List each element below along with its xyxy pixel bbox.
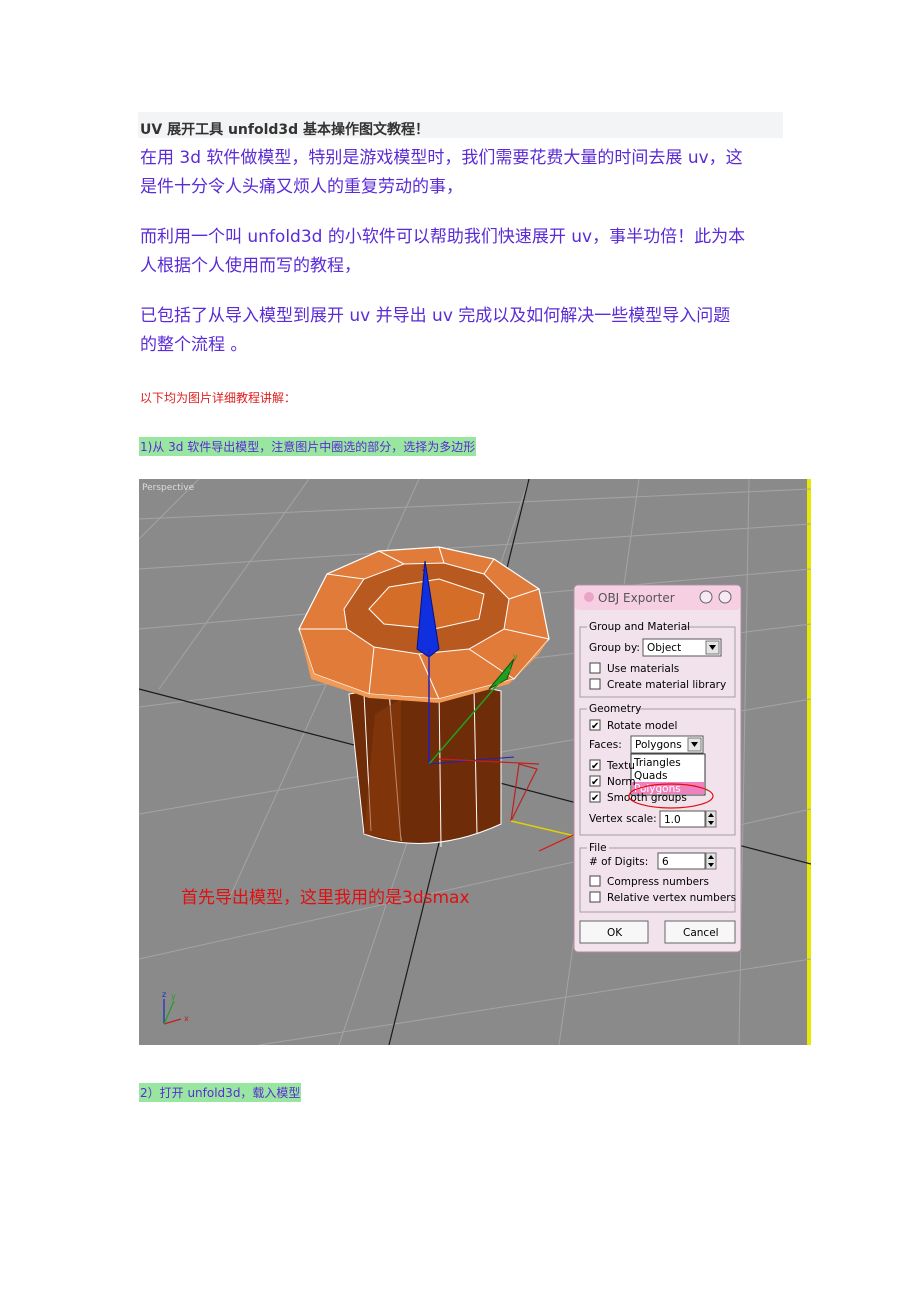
gizmo-z-label: z xyxy=(422,564,426,573)
use-materials-label: Use materials xyxy=(607,663,679,675)
paragraph-line: 是件十分令人头痛又烦人的重复劳动的事， xyxy=(140,177,463,197)
page-title: UV 展开工具 unfold3d 基本操作图文教程！ xyxy=(140,122,430,138)
group-by-value: Object xyxy=(647,642,681,654)
tripod-x-label: x xyxy=(184,1014,189,1023)
intro-note: 以下均为图片详细教程讲解： xyxy=(140,391,297,405)
annotation-text: 首先导出模型，这里我用的是3dsmax xyxy=(181,888,470,908)
paragraph-line: 而利用一个叫 unfold3d 的小软件可以帮助我们快速展开 uv，事半功倍！此… xyxy=(140,227,746,247)
faces-value: Polygons xyxy=(635,739,682,751)
file-legend: File xyxy=(589,842,607,854)
rotate-model-label: Rotate model xyxy=(607,720,677,732)
step-2-heading: 2）打开 unfold3d，载入模型 xyxy=(139,1083,302,1102)
exporter-icon xyxy=(584,592,594,602)
check-icon: ✔ xyxy=(591,721,599,732)
paragraph-1: 在用 3d 软件做模型，特别是游戏模型时，我们需要花费大量的时间去展 uv，这 … xyxy=(140,144,785,202)
texture-label: Textu xyxy=(606,760,635,772)
minimize-button[interactable] xyxy=(699,590,713,604)
gizmo-y-label: y xyxy=(513,652,518,661)
group-by-label: Group by: xyxy=(589,642,640,654)
group-material-legend: Group and Material xyxy=(589,621,690,633)
vertex-scale-value: 1.0 xyxy=(664,814,681,826)
normals-label: Norm xyxy=(607,776,636,788)
close-button[interactable] xyxy=(718,590,732,604)
digits-label: # of Digits: xyxy=(589,856,648,868)
check-icon: ✔ xyxy=(591,777,599,788)
dialog-title: OBJ Exporter xyxy=(598,591,675,605)
vertex-scale-label: Vertex scale: xyxy=(589,813,657,825)
create-library-checkbox[interactable] xyxy=(589,678,601,690)
paragraph-line: 人根据个人使用而写的教程， xyxy=(140,256,361,276)
paragraph-2: 而利用一个叫 unfold3d 的小软件可以帮助我们快速展开 uv，事半功倍！此… xyxy=(140,223,785,281)
compress-label: Compress numbers xyxy=(607,876,709,888)
compress-checkbox[interactable] xyxy=(589,875,601,887)
relative-checkbox[interactable] xyxy=(589,891,601,903)
use-materials-checkbox[interactable] xyxy=(589,662,601,674)
digits-value: 6 xyxy=(662,856,669,868)
create-library-label: Create material library xyxy=(607,679,726,691)
relative-label: Relative vertex numbers xyxy=(607,892,736,904)
tripod-z-label: z xyxy=(162,990,166,999)
obj-exporter-dialog: OBJ Exporter Group and Material Group by… xyxy=(573,584,742,953)
paragraph-line: 已包括了从导入模型到展开 uv 并导出 uv 完成以及如何解决一些模型导入问题 xyxy=(140,306,731,326)
step-1-heading: 1)从 3d 软件导出模型，注意图片中圈选的部分，选择为多边形 xyxy=(139,437,477,456)
option-triangles[interactable]: Triangles xyxy=(633,757,681,769)
paragraph-3: 已包括了从导入模型到展开 uv 并导出 uv 完成以及如何解决一些模型导入问题 … xyxy=(140,302,785,360)
viewport-label: Perspective xyxy=(142,483,195,493)
cancel-label: Cancel xyxy=(683,927,719,939)
faces-label: Faces: xyxy=(589,739,622,751)
option-quads[interactable]: Quads xyxy=(634,770,668,782)
geometry-legend: Geometry xyxy=(589,703,641,715)
paragraph-line: 的整个流程 。 xyxy=(140,335,248,355)
paragraph-line: 在用 3d 软件做模型，特别是游戏模型时，我们需要花费大量的时间去展 uv，这 xyxy=(140,148,743,168)
smooth-groups-label: Smooth groups xyxy=(607,792,687,804)
ok-label: OK xyxy=(607,927,623,939)
tripod-y-label: y xyxy=(171,992,176,1001)
check-icon: ✔ xyxy=(591,793,599,804)
export-screenshot: Perspective z y z y x 首先导出模型，这里我用的是3dsma… xyxy=(139,479,811,1045)
check-icon: ✔ xyxy=(591,761,599,772)
